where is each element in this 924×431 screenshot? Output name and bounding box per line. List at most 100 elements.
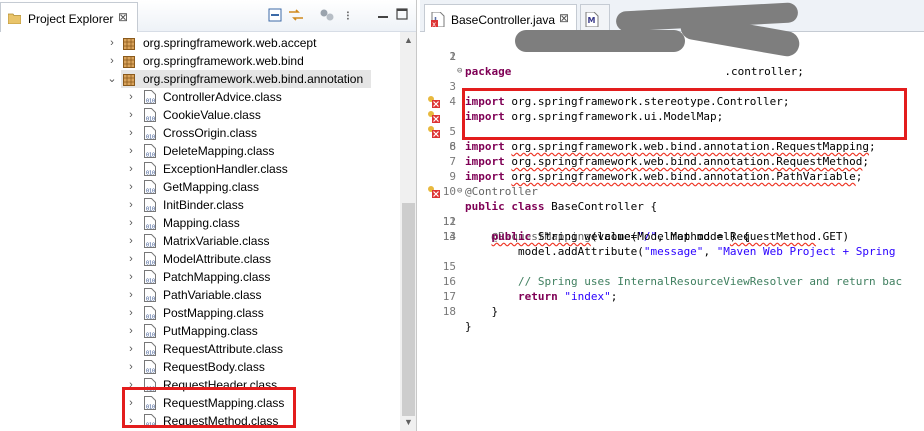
class-file-icon: 010 xyxy=(144,198,156,213)
code-line-1: 1 package .controller; xyxy=(449,50,804,78)
maven-file-icon: M xyxy=(585,12,599,27)
chevron-right-icon[interactable]: › xyxy=(126,250,136,268)
scroll-down-icon[interactable]: ▼ xyxy=(400,414,416,431)
class-node[interactable]: › 010 RequestAttribute.class xyxy=(129,340,342,358)
error-marker-icon[interactable] xyxy=(427,95,440,108)
class-label: DeleteMapping.class xyxy=(163,144,275,158)
chevron-right-icon[interactable]: › xyxy=(126,214,136,232)
chevron-right-icon[interactable]: › xyxy=(126,358,136,376)
scroll-up-icon[interactable]: ▲ xyxy=(400,32,416,49)
class-label: PostMapping.class xyxy=(163,306,264,320)
class-node[interactable]: › 010 CookieValue.class xyxy=(129,106,342,124)
class-label: InitBinder.class xyxy=(163,198,244,212)
svg-text:010: 010 xyxy=(146,261,155,267)
chevron-right-icon[interactable]: › xyxy=(126,322,136,340)
fold-icon[interactable]: ⊖ xyxy=(457,64,462,79)
svg-text:010: 010 xyxy=(146,99,155,105)
class-node[interactable]: › 010 ControllerAdvice.class xyxy=(129,88,342,106)
tab-basecontroller-java[interactable]: J x BaseController.java ⊠ xyxy=(424,4,577,32)
class-node[interactable]: › 010 Mapping.class xyxy=(129,214,342,232)
class-node[interactable]: › 010 PathVariable.class xyxy=(129,286,342,304)
svg-text:010: 010 xyxy=(146,117,155,123)
class-node[interactable]: › 010 ExceptionHandler.class xyxy=(129,160,342,178)
chevron-right-icon[interactable]: › xyxy=(126,142,136,160)
chevron-right-icon[interactable]: › xyxy=(126,304,136,322)
package-node[interactable]: › org.springframework.web.bind xyxy=(110,52,351,70)
class-node[interactable]: › 010 ModelAttribute.class xyxy=(129,250,342,268)
svg-text:010: 010 xyxy=(146,171,155,177)
code-line-11: 11 ⊖ @RequestMapping(value="/", method = … xyxy=(420,184,924,243)
class-label: CookieValue.class xyxy=(163,108,261,122)
code-line-10: 10 public class BaseController { xyxy=(442,185,658,213)
class-label: Mapping.class xyxy=(163,216,240,230)
highlight-box-imports xyxy=(462,88,907,140)
project-tree: › org.springframework.web.accept › org.spri… xyxy=(0,32,400,431)
class-node[interactable]: › 010 CrossOrigin.class xyxy=(129,124,342,142)
tab-label: BaseController.java xyxy=(451,13,556,27)
class-node[interactable]: › 010 RequestBody.class xyxy=(129,358,342,376)
filter-icon[interactable] xyxy=(319,8,335,24)
chevron-down-icon[interactable]: ⌄ xyxy=(107,70,117,88)
project-explorer-header: Project Explorer ⊠ ⁝ xyxy=(0,0,416,32)
tab-second-file[interactable]: M xyxy=(580,4,610,32)
fold-icon[interactable]: ⊖ xyxy=(457,184,462,199)
chevron-right-icon[interactable]: › xyxy=(126,340,136,358)
class-file-icon: 010 xyxy=(144,162,156,177)
chevron-right-icon[interactable]: › xyxy=(126,160,136,178)
chevron-right-icon[interactable]: › xyxy=(126,286,136,304)
vertical-scrollbar[interactable]: ▲ ▼ xyxy=(400,32,416,431)
svg-text:010: 010 xyxy=(146,351,155,357)
package-icon xyxy=(123,73,135,86)
class-node[interactable]: › 010 PostMapping.class xyxy=(129,304,342,322)
chevron-right-icon[interactable]: › xyxy=(107,52,117,70)
class-file-icon: 010 xyxy=(144,144,156,159)
chevron-right-icon[interactable]: › xyxy=(126,232,136,250)
java-file-icon: J x xyxy=(431,12,445,27)
minimize-icon[interactable] xyxy=(375,8,391,24)
package-node[interactable]: › org.springframework.web.accept xyxy=(110,34,351,52)
code-line-15: 15 // Spring uses InternalResourceViewRe… xyxy=(442,260,903,288)
svg-text:010: 010 xyxy=(146,279,155,285)
collapse-all-icon[interactable] xyxy=(267,8,283,24)
package-node[interactable]: ⌄ org.springframework.web.bind.annotation xyxy=(107,70,371,88)
package-label: org.springframework.web.bind.annotation xyxy=(143,72,364,86)
svg-text:010: 010 xyxy=(146,333,155,339)
class-node[interactable]: › 010 DeleteMapping.class xyxy=(129,142,342,160)
project-explorer-tab[interactable]: Project Explorer ⊠ xyxy=(0,2,138,32)
close-icon[interactable]: ⊠ xyxy=(118,10,128,24)
class-node[interactable]: › 010 PatchMapping.class xyxy=(129,268,342,286)
class-label: CrossOrigin.class xyxy=(163,126,258,140)
error-marker-icon[interactable] xyxy=(427,185,440,198)
code-text: } xyxy=(491,305,499,318)
chevron-right-icon[interactable]: › xyxy=(126,178,136,196)
class-node[interactable]: › 010 PutMapping.class xyxy=(129,322,342,340)
error-marker-icon[interactable] xyxy=(427,125,440,138)
code-line-12: 12 public String welcome(ModelMap model)… xyxy=(442,215,750,243)
svg-text:010: 010 xyxy=(146,153,155,159)
class-label: ModelAttribute.class xyxy=(163,252,272,266)
link-with-editor-icon[interactable] xyxy=(288,8,304,24)
error-marker-icon[interactable] xyxy=(427,110,440,123)
class-file-icon: 010 xyxy=(144,324,156,339)
view-menu-icon[interactable]: ⁝ xyxy=(340,8,356,24)
class-node[interactable]: › 010 InitBinder.class xyxy=(129,196,342,214)
class-file-icon: 010 xyxy=(144,108,156,123)
package-label: org.springframework.web.accept xyxy=(143,36,317,50)
chevron-right-icon[interactable]: › xyxy=(126,124,136,142)
chevron-right-icon[interactable]: › xyxy=(126,88,136,106)
class-label: PathVariable.class xyxy=(163,288,262,302)
class-label: PutMapping.class xyxy=(163,324,258,338)
chevron-right-icon[interactable]: › xyxy=(126,106,136,124)
code-line-2: 2 xyxy=(449,50,456,63)
chevron-right-icon[interactable]: › xyxy=(126,196,136,214)
class-node[interactable]: › 010 MatrixVariable.class xyxy=(129,232,342,250)
class-label: ControllerAdvice.class xyxy=(163,90,282,104)
maximize-icon[interactable] xyxy=(394,8,410,24)
svg-text:010: 010 xyxy=(146,369,155,375)
chevron-right-icon[interactable]: › xyxy=(126,268,136,286)
scrollbar-thumb[interactable] xyxy=(402,203,415,416)
close-icon[interactable]: ⊠ xyxy=(559,11,569,25)
code-line-14: 14 xyxy=(442,230,456,243)
chevron-right-icon[interactable]: › xyxy=(107,34,117,52)
class-node[interactable]: › 010 GetMapping.class xyxy=(129,178,342,196)
